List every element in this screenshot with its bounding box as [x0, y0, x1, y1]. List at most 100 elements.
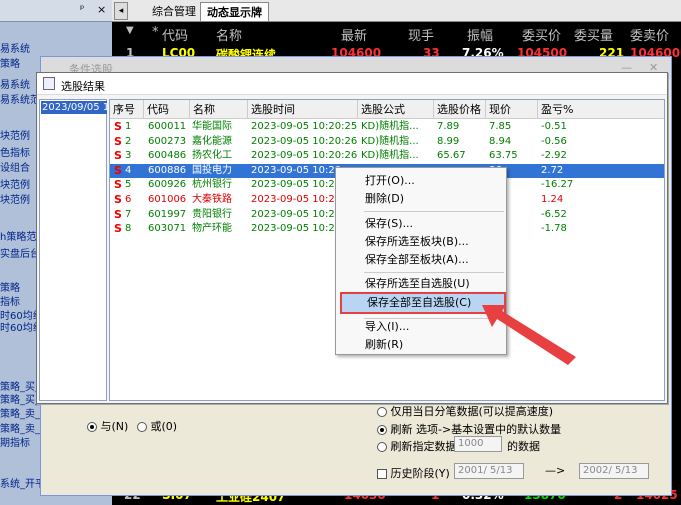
- history-checkbox[interactable]: 历史阶段(Y): [377, 465, 450, 481]
- option-tick-data[interactable]: 仅用当日分笔数据(可以提高速度): [377, 403, 553, 419]
- market-tabs: ◂ 综合管理 动态显示牌: [112, 0, 681, 22]
- star-marker: *: [152, 25, 159, 40]
- col-index[interactable]: 序号: [110, 100, 144, 119]
- row-number: 5: [125, 179, 132, 191]
- option-default-count[interactable]: 刷新 选项->基本设置中的默认数量: [377, 421, 561, 437]
- cell-price: 7.89: [437, 121, 460, 132]
- table-row[interactable]: S 1 600011 华能国际 2023-09-05 10:20:25 KD)随机指...…: [110, 120, 664, 134]
- cell-pl: -0.56: [541, 135, 567, 147]
- header-amplitude[interactable]: 振幅: [467, 25, 493, 44]
- cell-formula: KD)随机指...: [361, 150, 419, 162]
- cell-pl: -1.78: [541, 223, 567, 235]
- cell-formula: KD)随机指...: [361, 135, 419, 147]
- header-code[interactable]: 代码: [162, 25, 188, 44]
- cell-code: 601997: [148, 208, 187, 220]
- cell-price: 65.67: [437, 150, 466, 162]
- option-custom-count-label: 刷新指定数据: [390, 440, 457, 453]
- radio-icon: [377, 442, 387, 452]
- row-number: 3: [125, 150, 132, 162]
- option-custom-count[interactable]: 刷新指定数据: [377, 438, 457, 454]
- option-tick-data-label: 仅用当日分笔数据(可以提高速度): [390, 405, 554, 418]
- menu-open[interactable]: 打开(O)...: [337, 172, 505, 190]
- cell-time: 2023-09-05 10:20: [251, 164, 342, 176]
- result-window-titlebar: 选股结果: [37, 73, 667, 95]
- cell-time: 2023-09-05 10:20: [251, 179, 342, 191]
- custom-count-suffix: 的数据: [507, 440, 540, 453]
- cell-name: 华能国际: [192, 121, 232, 132]
- menu-save-all-to-block[interactable]: 保存全部至板块(A)...: [337, 251, 505, 269]
- radio-icon: [377, 425, 387, 435]
- cell-time: 2023-09-05 10:20:26: [251, 150, 358, 162]
- radio-and-icon: [87, 422, 97, 432]
- cell-name: 杭州银行: [192, 179, 232, 191]
- cell-name: 嘉化能源: [192, 135, 232, 147]
- cell-time: 2023-09-05 10:20:26: [251, 135, 358, 147]
- cell-name: 物产环能: [192, 223, 232, 235]
- row-number: 7: [125, 208, 132, 220]
- header-last[interactable]: 最新: [341, 25, 367, 44]
- radio-and[interactable]: 与(N): [87, 418, 128, 434]
- radio-or[interactable]: 或(0): [137, 418, 177, 434]
- col-pl[interactable]: 盈亏%: [538, 100, 664, 119]
- col-name[interactable]: 名称: [190, 100, 248, 119]
- header-name[interactable]: 名称: [216, 25, 242, 44]
- tab-overview[interactable]: 综合管理: [146, 2, 202, 21]
- header-bid[interactable]: 委买价: [522, 25, 561, 44]
- cell-now: 63.75: [489, 150, 518, 162]
- cell-name: 扬农化工: [192, 150, 232, 162]
- result-date-item[interactable]: 2023/09/05 1(: [41, 101, 107, 114]
- menu-separator: [364, 211, 504, 212]
- signal-mark: S: [114, 149, 122, 163]
- signal-mark: S: [114, 163, 122, 177]
- menu-delete[interactable]: 删除(D): [337, 190, 505, 208]
- header-bid-vol[interactable]: 委买量: [574, 25, 613, 44]
- col-formula[interactable]: 选股公式: [358, 100, 434, 119]
- signal-mark: S: [114, 120, 122, 133]
- search-result-icon: [43, 77, 55, 90]
- menu-save-selected-to-watchlist[interactable]: 保存所选至自选股(U): [337, 275, 505, 293]
- sort-arrow-icon[interactable]: ▼: [126, 25, 134, 36]
- col-now[interactable]: 现价: [486, 100, 538, 119]
- cell-time: 2023-09-05 10:20:25: [251, 121, 358, 132]
- menu-save-selected-to-block[interactable]: 保存所选至板块(B)...: [337, 233, 505, 251]
- custom-count-input[interactable]: 1000: [454, 436, 502, 452]
- menu-separator: [364, 272, 504, 273]
- cell-now: 7.85: [489, 121, 512, 132]
- radio-or-icon: [137, 422, 147, 432]
- tab-dynamic-board[interactable]: 动态显示牌: [200, 2, 269, 21]
- pin-icon[interactable]: ᵖ: [80, 4, 84, 15]
- radio-or-label: 或(0): [150, 420, 178, 433]
- date-from-input[interactable]: 2001/ 5/13: [454, 463, 524, 479]
- col-time[interactable]: 选股时间: [248, 100, 358, 119]
- cell-code: 601006: [148, 194, 187, 205]
- cell-code: 600926: [148, 179, 187, 191]
- signal-mark: S: [114, 178, 122, 192]
- cell-name: 贵阳银行: [192, 208, 232, 220]
- cell-pl: -2.92: [541, 150, 567, 162]
- option-default-count-label: 刷新 选项->基本设置中的默认数量: [390, 423, 562, 436]
- date-to-input[interactable]: 2002/ 5/13: [579, 463, 649, 479]
- header-volume[interactable]: 现手: [408, 25, 434, 44]
- cell-time: 2023-09-05 10:20: [251, 194, 342, 205]
- cell-price: 8.99: [437, 135, 460, 147]
- row-number: 6: [125, 194, 132, 205]
- market-header: ▼ * 代码 名称 最新 现手 振幅 委买价 委买量 委卖价: [112, 22, 681, 44]
- col-code[interactable]: 代码: [144, 100, 190, 119]
- table-row[interactable]: S 3 600486 扬农化工 2023-09-05 10:20:26 KD)随机指...…: [110, 149, 664, 163]
- cell-code: 600011: [148, 121, 187, 132]
- table-row[interactable]: S 2 600273 嘉化能源 2023-09-05 10:20:26 KD)随机指...…: [110, 134, 664, 149]
- cell-code: 603071: [148, 223, 187, 235]
- close-icon[interactable]: ×: [97, 3, 106, 16]
- cell-pl: -16.27: [541, 179, 574, 191]
- tab-scroll-left-icon[interactable]: ◂: [114, 2, 128, 20]
- col-price[interactable]: 选股价格: [434, 100, 486, 119]
- signal-mark: S: [114, 134, 122, 148]
- cell-time: 2023-09-05 10:20: [251, 223, 342, 235]
- cell-pl: 1.24: [541, 194, 564, 205]
- left-panel-item[interactable]: 易系统: [0, 43, 112, 57]
- cell-name: 大秦铁路: [192, 194, 232, 205]
- header-ask[interactable]: 委卖价: [630, 25, 669, 44]
- left-panel-header: ᵖ ×: [0, 0, 112, 22]
- menu-save[interactable]: 保存(S)...: [337, 215, 505, 233]
- result-date-list: 2023/09/05 1(: [39, 99, 107, 401]
